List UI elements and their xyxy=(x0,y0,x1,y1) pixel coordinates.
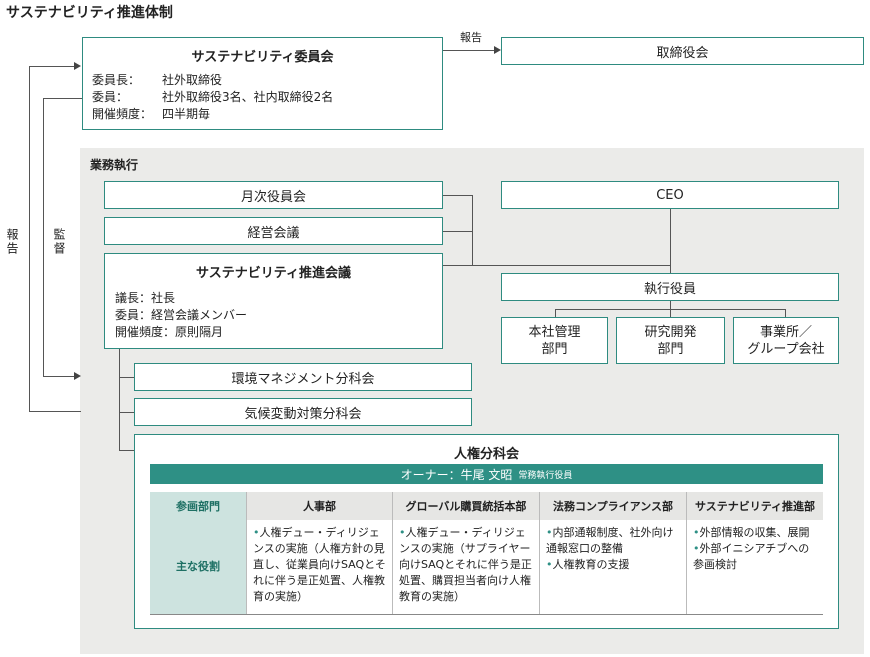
report-line-bottom xyxy=(29,411,81,412)
table-header: サステナビリティ推進部 xyxy=(686,492,823,520)
connector xyxy=(555,309,556,317)
list-item: •人権デュー・ディリジェンスの実施（サプライヤー向けSAQとそれに伴う是正処置、… xyxy=(399,526,532,603)
table-cell: •外部情報の収集、展開 •外部イニシアチブへの参画検討 xyxy=(686,520,823,615)
connector xyxy=(119,412,134,413)
list-item: •外部情報の収集、展開 xyxy=(693,526,810,539)
committee-value: 社外取締役3名、社内取締役2名 xyxy=(162,90,334,104)
table-cell: •人権デュー・ディリジェンスの実施（人権方針の見直し、従業員向けSAQとそれに伴… xyxy=(246,520,393,615)
connector xyxy=(785,309,786,317)
execution-label: 業務執行 xyxy=(90,158,139,172)
hr-roles-table: 参画部門 人事部 グローバル購買統括本部 法務コンプライアンス部 サステナビリテ… xyxy=(150,492,823,615)
env-subcommittee: 環境マネジメント分科会 xyxy=(134,363,472,391)
report-label: 報告 xyxy=(460,31,482,44)
department-rnd: 研究開発 部門 xyxy=(616,317,725,364)
page-title: サステナビリティ推進体制 xyxy=(6,5,173,21)
table-cell: •内部通報制度、社外向け通報窓口の整備 •人権教育の支援 xyxy=(539,520,687,615)
list-item: •人権デュー・ディリジェンスの実施（人権方針の見直し、従業員向けSAQとそれに伴… xyxy=(253,526,386,603)
connector xyxy=(119,377,134,378)
connector xyxy=(472,195,473,266)
hr-owner-role: 常務執行役員 xyxy=(518,470,573,481)
connector xyxy=(442,231,472,232)
connector xyxy=(119,450,134,451)
promotion-row: 議長：社長 xyxy=(115,291,176,305)
report-connector xyxy=(443,50,494,51)
left-supervise-label: 監督 xyxy=(51,226,68,258)
list-item: •人権教育の支援 xyxy=(546,558,630,571)
connector xyxy=(670,309,671,317)
sustainability-committee: サステナビリティ委員会 委員長： 社外取締役 委員： 社外取締役3名、社内取締役2名… xyxy=(82,37,443,130)
committee-value: 社外取締役 xyxy=(162,73,223,87)
supervise-line-bottom xyxy=(43,376,75,377)
promotion-row: 開催頻度：原則隔月 xyxy=(115,325,224,339)
arrow-right-icon xyxy=(494,46,501,54)
department-hq: 本社管理 部門 xyxy=(501,317,608,364)
connector xyxy=(670,301,671,309)
table-cell: •人権デュー・ディリジェンスの実施（サプライヤー向けSAQとそれに伴う是正処置、… xyxy=(392,520,540,615)
promotion-title: サステナビリティ推進会議 xyxy=(196,266,351,281)
left-report-label: 報告 xyxy=(4,226,21,258)
committee-label: 委員長： xyxy=(92,73,141,87)
hr-title: 人権分科会 xyxy=(453,447,519,462)
promotion-details: 議長：社長 委員：経営会議メンバー 開催頻度：原則隔月 xyxy=(115,290,247,341)
table-header: 参画部門 xyxy=(150,492,247,520)
table-header: 人事部 xyxy=(246,492,393,520)
monthly-meeting: 月次役員会 xyxy=(104,181,443,209)
connector xyxy=(442,195,472,196)
committee-value: 四半期毎 xyxy=(162,107,211,121)
climate-subcommittee: 気候変動対策分科会 xyxy=(134,398,472,426)
department-sites: 事業所／ グループ会社 xyxy=(733,317,839,364)
board-of-directors: 取締役会 xyxy=(501,37,864,65)
connector xyxy=(119,349,120,450)
supervise-line-top xyxy=(43,98,82,99)
management-meeting: 経営会議 xyxy=(104,217,443,245)
table-header: 法務コンプライアンス部 xyxy=(539,492,687,520)
committee-label: 開催頻度： xyxy=(92,107,153,121)
committee-label: 委員： xyxy=(92,90,129,104)
ceo: CEO xyxy=(501,181,839,209)
hr-owner-bar: オーナー：牛尾 文昭 常務執行役員 xyxy=(150,464,823,484)
arrow-right-icon xyxy=(74,372,81,380)
report-line xyxy=(29,66,30,412)
connector xyxy=(442,265,670,266)
promotion-meeting: サステナビリティ推進会議 議長：社長 委員：経営会議メンバー 開催頻度：原則隔月 xyxy=(104,253,443,349)
committee-title: サステナビリティ委員会 xyxy=(191,50,334,65)
ceo-connector xyxy=(670,209,671,273)
row-label: 主な役割 xyxy=(150,520,247,615)
list-item: •外部イニシアチブへの参画検討 xyxy=(693,542,810,571)
supervise-line xyxy=(43,98,44,377)
hr-owner: オーナー：牛尾 文昭 xyxy=(400,467,513,482)
arrow-right-icon xyxy=(74,62,81,70)
executive-officers: 執行役員 xyxy=(501,273,839,301)
table-header: グローバル購買統括本部 xyxy=(392,492,540,520)
list-item: •内部通報制度、社外向け通報窓口の整備 xyxy=(546,526,674,555)
committee-details: 委員長： 社外取締役 委員： 社外取締役3名、社内取締役2名 開催頻度： 四半期毎 xyxy=(92,72,333,123)
report-line-top xyxy=(29,66,75,67)
promotion-row: 委員：経営会議メンバー xyxy=(115,308,248,322)
